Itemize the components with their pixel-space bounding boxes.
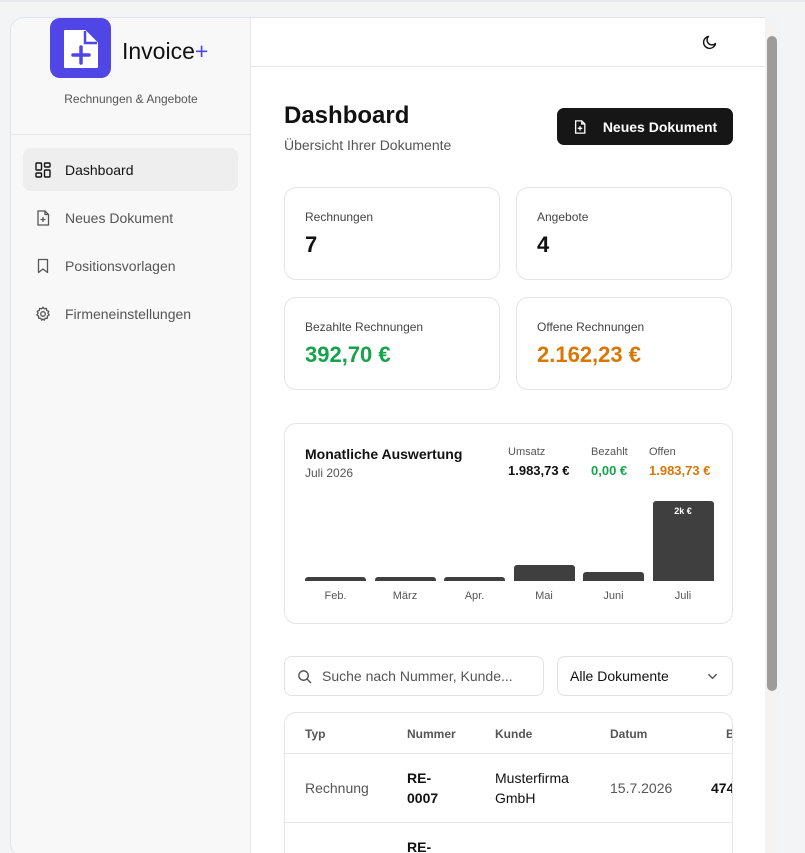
search-icon (298, 669, 312, 683)
stat-value: 4 (537, 232, 550, 257)
app-logo (50, 18, 111, 78)
bar-5: 2k € (652, 501, 714, 581)
column-header-date[interactable]: Datum (610, 727, 647, 741)
file-plus-icon (574, 119, 586, 134)
stat-card-invoices: Rechnungen 7 (284, 187, 500, 280)
header-divider (285, 753, 732, 754)
page-title: Dashboard (284, 102, 410, 129)
column-header-amount[interactable]: B (726, 727, 732, 741)
open-stat: Offen 1.983,73 € (649, 446, 710, 478)
app-tagline: Rechnungen & Angebote (64, 92, 198, 106)
bookmark-icon (37, 258, 49, 273)
stat-label: Bezahlte Rechnungen (305, 320, 424, 334)
paid-value: 0,00 € (591, 463, 628, 478)
cell-amount: 474 (711, 780, 733, 796)
column-header-number[interactable]: Nummer (407, 727, 456, 741)
window-top-border (0, 0, 805, 2)
stat-label: Offene Rechnungen (537, 320, 645, 334)
stat-value: 7 (305, 232, 318, 257)
bar-value-label: 2k € (674, 506, 692, 516)
stat-label: Angebote (537, 210, 589, 224)
column-header-type[interactable]: Typ (305, 727, 325, 741)
stat-label: Rechnungen (305, 210, 374, 224)
select-value: Alle Dokumente (570, 668, 669, 684)
sidebar-item-position-templates[interactable]: Positionsvorlagen (23, 244, 238, 287)
column-header-customer[interactable]: Kunde (495, 727, 532, 741)
new-document-button-label: Neues Dokument (602, 118, 718, 135)
monthly-chart-card: Monatliche Auswertung Juli 2026 Umsatz 1… (284, 423, 733, 624)
app-window: Invoice+ Rechnungen & Angebote Dashboard… (10, 17, 780, 853)
cell-type: Rechnung (305, 780, 369, 796)
page-subtitle: Übersicht Ihrer Dokumente (284, 137, 452, 153)
search-placeholder: Suche nach Nummer, Kunde... (322, 668, 513, 684)
bar-category-label: Juni (603, 590, 624, 602)
paid-label: Bezahlt (591, 446, 628, 458)
main-content: Dashboard Übersicht Ihrer Dokumente Neue… (251, 18, 766, 853)
cell-date: 15.7.2026 (610, 780, 673, 796)
sidebar-item-new-document[interactable]: Neues Dokument (23, 196, 238, 239)
sidebar: Invoice+ Rechnungen & Angebote Dashboard… (11, 18, 251, 853)
bar-3 (513, 565, 575, 581)
bar-category-label: März (392, 590, 418, 602)
sidebar-item-label: Positionsvorlagen (65, 257, 176, 274)
sidebar-item-label: Dashboard (65, 161, 134, 178)
scrollbar-thumb[interactable] (767, 36, 777, 691)
sidebar-item-company-settings[interactable]: Firmeneinstellungen (23, 292, 238, 335)
bar-1 (374, 577, 436, 581)
chevron-down-icon (708, 673, 717, 680)
sidebar-divider (11, 134, 251, 135)
gear-icon (36, 306, 50, 321)
chart-title: Monatliche Auswertung (305, 446, 463, 462)
search-input[interactable]: Suche nach Nummer, Kunde... (284, 656, 544, 696)
revenue-stat: Umsatz 1.983,73 € (508, 446, 569, 478)
stat-value: 392,70 € (305, 342, 391, 367)
chart-subtitle: Juli 2026 (305, 466, 354, 480)
bar-chart: 2k € (305, 501, 714, 581)
bar-0 (305, 577, 366, 581)
bar-category-label: Mai (535, 590, 553, 602)
stat-card-quotes: Angebote 4 (516, 187, 732, 280)
app-name: Invoice+ (122, 38, 209, 64)
sidebar-item-label: Neues Dokument (65, 209, 174, 226)
row-divider (285, 822, 732, 823)
top-bar (251, 18, 766, 67)
new-document-button[interactable]: Neues Dokument (557, 108, 733, 145)
file-plus-logo-icon (64, 30, 98, 68)
open-label: Offen (649, 446, 676, 458)
documents-table: Typ Nummer Kunde Datum B Rechnung RE-000… (284, 712, 733, 853)
bar-4 (583, 572, 644, 581)
revenue-value: 1.983,73 € (508, 463, 570, 478)
revenue-label: Umsatz (508, 446, 546, 458)
sidebar-item-label: Firmeneinstellungen (65, 305, 192, 322)
file-plus-icon (37, 209, 50, 226)
open-value: 1.983,73 € (649, 463, 711, 478)
cell-number: RE- (407, 839, 432, 853)
sidebar-item-dashboard[interactable]: Dashboard (23, 148, 238, 191)
cell-customer: Musterfirma GmbH (495, 770, 569, 806)
document-filter-select[interactable]: Alle Dokumente (557, 656, 733, 696)
stat-card-open-invoices: Offene Rechnungen 2.162,23 € (516, 297, 732, 390)
stat-value: 2.162,23 € (537, 342, 641, 367)
dashboard-icon (35, 161, 51, 178)
moon-icon[interactable] (702, 34, 718, 50)
bar-category-label: Feb. (324, 590, 347, 602)
bar-2 (444, 577, 505, 581)
bar-category-label: Apr. (464, 590, 485, 602)
stat-card-paid-invoices: Bezahlte Rechnungen 392,70 € (284, 297, 500, 390)
bar-category-label: Juli (674, 590, 692, 602)
sidebar-nav: Dashboard Neues Dokument Positionsvorlag… (23, 148, 238, 340)
cell-number: RE- 0007 (407, 770, 439, 806)
paid-stat: Bezahlt 0,00 € (591, 446, 628, 478)
